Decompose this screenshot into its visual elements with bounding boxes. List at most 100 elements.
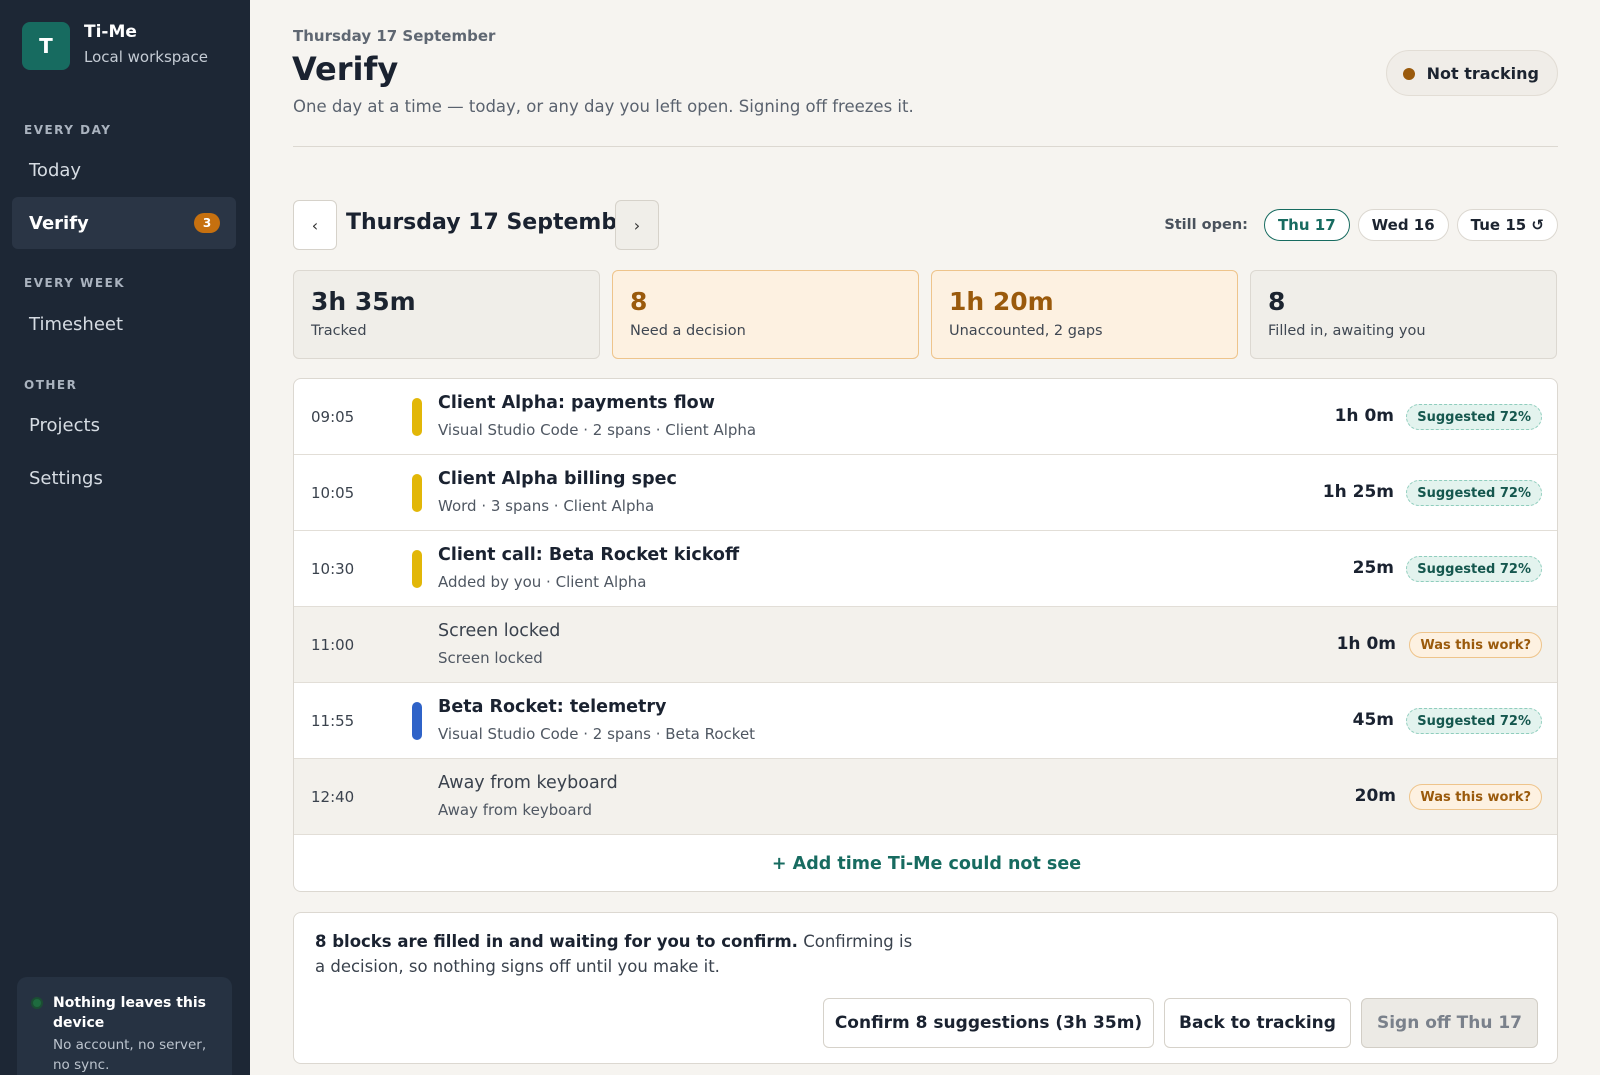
day-title: Thursday 17 September [346,210,643,235]
block-duration: 1h 0m [1334,406,1394,426]
block-meta: Visual Studio Code · 2 spans · Client Al… [438,421,757,439]
verify-count-badge: 3 [194,213,220,233]
open-day-pill[interactable]: Wed 16 [1357,209,1449,241]
previous-day-button[interactable]: ‹ [293,200,337,250]
sidebar-item-settings[interactable]: Settings [12,452,236,504]
time-block-row[interactable]: 11:55 Beta Rocket: telemetry Visual Stud… [294,683,1557,759]
sidebar-item-today[interactable]: Today [12,144,236,196]
stat-label: Need a decision [630,323,746,339]
privacy-subtitle: No account, no server, no sync. [53,1037,207,1073]
open-day-pill[interactable]: Thu 17 [1263,209,1350,241]
time-block-row[interactable]: 09:05 Client Alpha: payments flow Visual… [294,379,1557,455]
sidebar-item-timesheet[interactable]: Timesheet [12,298,236,350]
was-this-work-button[interactable]: Was this work? [1409,784,1542,810]
app-logo: T [22,22,70,70]
time-blocks-list: 09:05 Client Alpha: payments flow Visual… [293,378,1558,892]
sign-off-button[interactable]: Sign off Thu 17 [1361,998,1538,1048]
project-color-bar [412,550,422,588]
time-block-row[interactable]: 10:05 Client Alpha billing spec Word · 3… [294,455,1557,531]
page-subtitle: One day at a time — today, or any day yo… [293,97,914,116]
sidebar-item-label: Timesheet [29,313,124,335]
still-open-label: Still open: [1164,217,1248,233]
sidebar-item-label: Settings [29,467,103,489]
next-day-button[interactable]: › [615,200,659,250]
block-meta: Away from keyboard [438,801,593,819]
stat-unaccounted: 1h 20m Unaccounted, 2 gaps [931,270,1238,359]
stat-label: Filled in, awaiting you [1268,323,1426,339]
block-duration: 25m [1352,558,1394,578]
block-meta: Added by you · Client Alpha [438,573,647,591]
block-title: Client call: Beta Rocket kickoff [438,545,740,565]
block-time: 10:05 [311,484,355,502]
block-time: 10:30 [311,560,355,578]
stat-tracked: 3h 35m Tracked [293,270,600,359]
back-to-tracking-button[interactable]: Back to tracking [1164,998,1351,1048]
block-title: Client Alpha: payments flow [438,393,715,413]
sidebar-item-label: Verify [29,212,89,234]
sidebar-item-label: Today [29,159,82,181]
sidebar: T Ti-Me Local workspace EVERY DAY Today … [0,0,250,1075]
stat-need-decision: 8 Need a decision [612,270,919,359]
block-duration: 1h 0m [1336,634,1396,654]
sidebar-item-label: Projects [29,414,100,436]
suggestion-badge[interactable]: Suggested 72% [1406,404,1542,430]
block-title: Away from keyboard [438,773,618,793]
suggestion-badge[interactable]: Suggested 72% [1406,480,1542,506]
nav-section-other: OTHER [24,378,78,392]
confirm-suggestions-button[interactable]: Confirm 8 suggestions (3h 35m) [823,998,1154,1048]
project-color-bar [412,474,422,512]
block-meta: Screen locked [438,649,543,667]
suggestion-badge[interactable]: Suggested 72% [1406,708,1542,734]
tracking-status-button[interactable]: Not tracking [1385,50,1558,96]
block-duration: 45m [1352,710,1394,730]
block-time: 12:40 [311,788,355,806]
brand: T Ti-Me Local workspace [22,22,208,70]
block-title: Client Alpha billing spec [438,469,677,489]
confirm-panel: 8 blocks are filled in and waiting for y… [293,912,1558,1064]
nav-section-every-day: EVERY DAY [24,123,112,137]
block-meta: Visual Studio Code · 2 spans · Beta Rock… [438,725,756,743]
block-time: 11:00 [311,636,355,654]
block-title: Beta Rocket: telemetry [438,697,667,717]
stat-value: 3h 35m [311,287,416,316]
add-time-button[interactable]: + Add time Ti-Me could not see [294,835,1557,891]
stat-label: Tracked [311,323,367,339]
stat-value: 8 [1268,287,1286,316]
open-day-pill[interactable]: Tue 15 ↺ [1456,209,1558,241]
block-duration: 20m [1354,786,1396,806]
block-meta: Word · 3 spans · Client Alpha [438,497,655,515]
privacy-notice: Nothing leaves this device No account, n… [17,977,232,1075]
block-time: 11:55 [311,712,355,730]
project-color-bar [412,702,422,740]
stat-value: 1h 20m [949,287,1054,316]
stat-awaiting: 8 Filled in, awaiting you [1250,270,1557,359]
stat-value: 8 [630,287,648,316]
workspace-name: Local workspace [84,48,208,66]
chevron-left-icon: ‹ [311,215,319,235]
idle-block-row[interactable]: 12:40 Away from keyboard Away from keybo… [294,759,1557,835]
chevron-right-icon: › [633,215,641,235]
suggestion-badge[interactable]: Suggested 72% [1406,556,1542,582]
was-this-work-button[interactable]: Was this work? [1409,632,1542,658]
tracking-dot-icon [1402,68,1415,80]
header-date: Thursday 17 September [293,27,496,45]
sidebar-item-projects[interactable]: Projects [12,399,236,451]
tracking-status-label: Not tracking [1426,63,1539,83]
still-open-days: Still open: Thu 17 Wed 16 Tue 15 ↺ [1164,209,1558,241]
header-divider [293,146,1558,147]
confirm-message-bold: 8 blocks are filled in and waiting for y… [315,932,798,951]
idle-block-row[interactable]: 11:00 Screen locked Screen locked 1h 0m … [294,607,1557,683]
block-time: 09:05 [311,408,355,426]
time-block-row[interactable]: 10:30 Client call: Beta Rocket kickoff A… [294,531,1557,607]
block-title: Screen locked [438,621,561,641]
status-dot-icon [31,997,43,1009]
confirm-message: 8 blocks are filled in and waiting for y… [315,929,915,979]
page-title: Verify [292,50,399,88]
main-content: Thursday 17 September Verify One day at … [250,0,1600,1075]
nav-section-every-week: EVERY WEEK [24,276,126,290]
sidebar-item-verify[interactable]: Verify 3 [12,197,236,249]
block-duration: 1h 25m [1322,482,1394,502]
privacy-title: Nothing leaves this device [53,995,207,1031]
project-color-bar [412,398,422,436]
stat-label: Unaccounted, 2 gaps [949,323,1103,339]
